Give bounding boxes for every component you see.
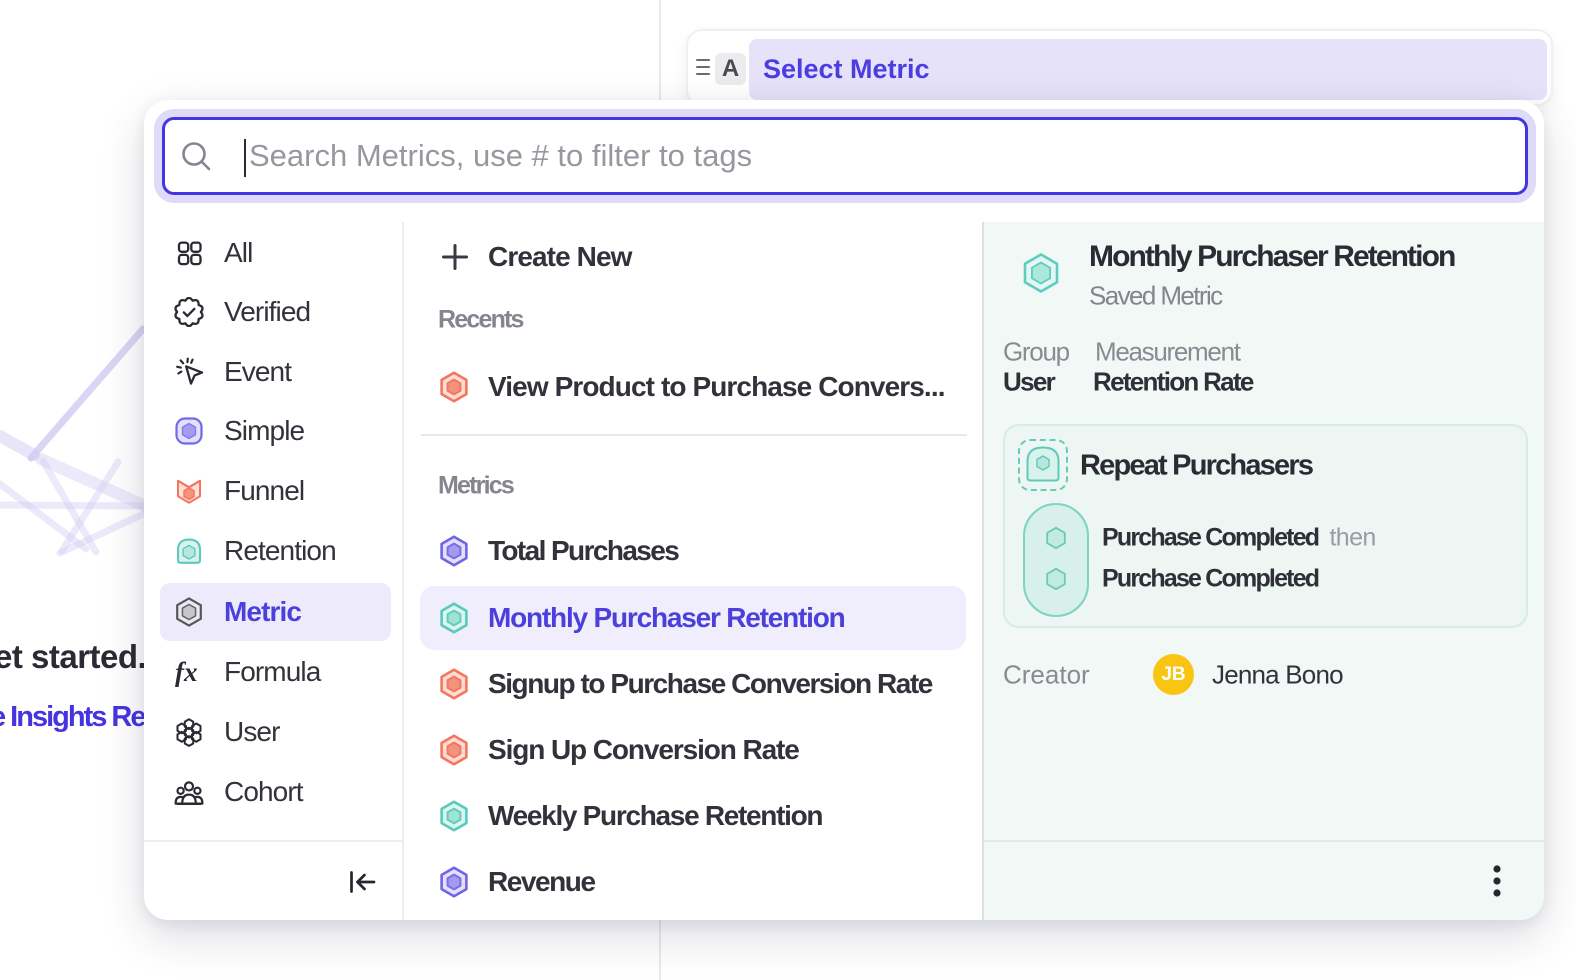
svg-text:fx: fx [175,657,198,687]
